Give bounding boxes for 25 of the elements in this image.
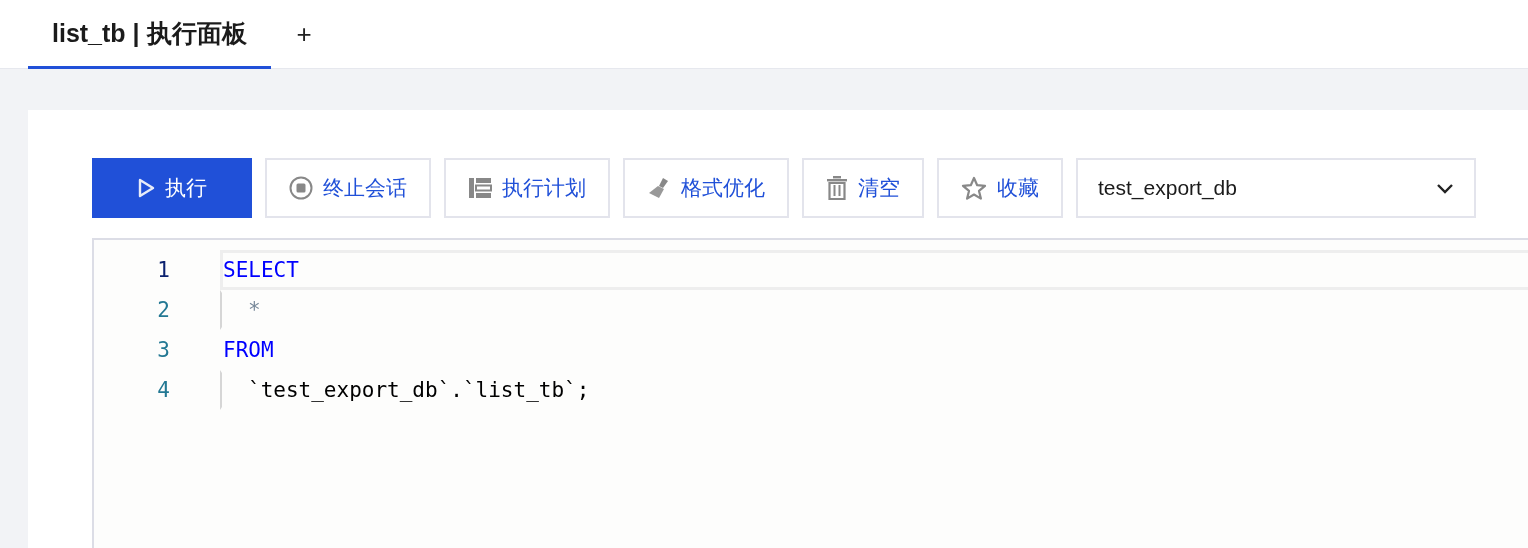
stop-icon (289, 176, 313, 200)
line-number: 2 (156, 298, 170, 322)
chevron-down-icon (1436, 182, 1454, 194)
line-number: 3 (156, 338, 170, 362)
favorite-button[interactable]: 收藏 (937, 158, 1063, 218)
code-text: FROM (223, 338, 274, 362)
database-select[interactable]: test_export_db (1076, 158, 1476, 218)
play-icon (137, 178, 155, 198)
line-number: 1 (156, 258, 170, 282)
add-tab-button[interactable]: + (286, 0, 322, 68)
plan-icon (468, 177, 492, 199)
code-editor[interactable]: 1 SELECT 2 * 3 FROM 4 `test_export_db`.`list_tb`; (92, 238, 1528, 548)
code-text: SELECT (223, 258, 299, 282)
tab[interactable]: list_tb | 执行面板 (28, 0, 271, 69)
line-number: 4 (156, 378, 170, 402)
star-icon (961, 175, 987, 201)
clear-button[interactable]: 清空 (802, 158, 924, 218)
broom-icon (647, 176, 671, 200)
format-button[interactable]: 格式优化 (623, 158, 789, 218)
trash-icon (826, 176, 848, 200)
code-text: `test_export_db`.`list_tb`; (248, 378, 590, 402)
execution-plan-button[interactable]: 执行计划 (444, 158, 610, 218)
run-button[interactable]: 执行 (92, 158, 252, 218)
stop-session-button[interactable]: 终止会话 (265, 158, 431, 218)
code-text: * (248, 298, 261, 322)
